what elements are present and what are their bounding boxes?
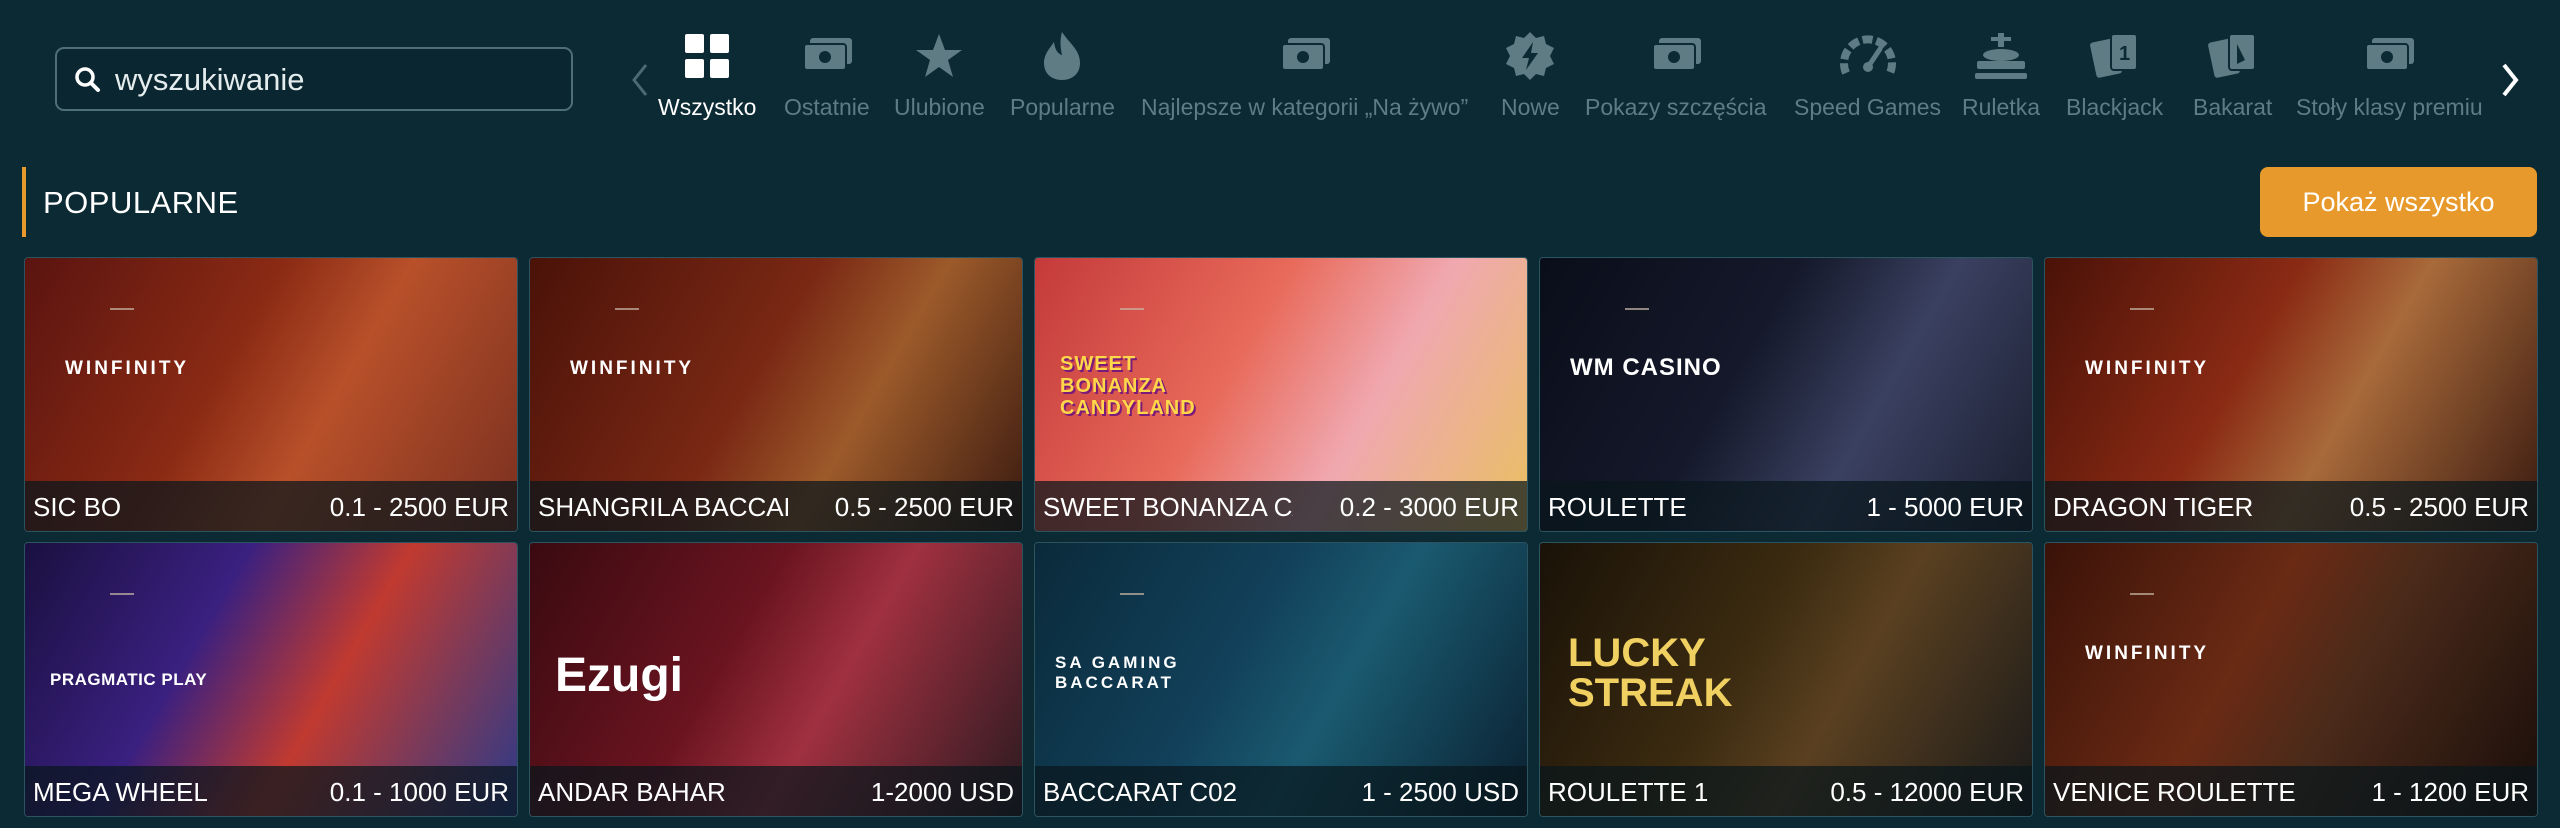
provider-logo: WINFINITY xyxy=(2085,358,2210,379)
game-name: SWEET BONANZA CA... xyxy=(1043,492,1293,522)
game-name: ROULETTE 1 xyxy=(1548,777,1709,807)
svg-text:1: 1 xyxy=(2119,43,2130,65)
provider-logo: WM CASINO xyxy=(1570,354,1722,381)
category-label: Popularne xyxy=(1010,94,1115,120)
money-icon xyxy=(802,38,852,71)
category-label: Bakarat xyxy=(2193,94,2273,120)
category-bakarat[interactable]: Bakarat xyxy=(2193,28,2272,128)
category-wszystko[interactable]: Wszystko xyxy=(658,28,756,128)
star-icon xyxy=(916,34,963,77)
category-ruletka[interactable]: Ruletka xyxy=(1962,28,2040,128)
category-label: Wszystko xyxy=(658,94,757,120)
category-speed-games[interactable]: Speed Games xyxy=(1794,28,1941,128)
provider-logo: SA GAMING BACCARAT xyxy=(1055,653,1180,692)
category-label: Ulubione xyxy=(894,94,985,120)
game-card[interactable]: Ezugi ANDAR BAHAR 1-2000 USD xyxy=(529,542,1023,817)
game-card[interactable]: WINFINITY DRAGON TIGER 0.5 - 2500 EUR xyxy=(2044,257,2538,532)
category-label: Ruletka xyxy=(1962,94,2040,120)
search-box[interactable] xyxy=(55,47,573,111)
cards-icon xyxy=(2207,33,2256,78)
category-pokazy-szczescia[interactable]: Pokazy szczęścia xyxy=(1585,28,1767,128)
chevron-right-icon[interactable] xyxy=(2490,55,2530,105)
bet-limit: 1 - 1200 EUR xyxy=(2371,777,2529,807)
game-card[interactable]: LUCKY STREAK ROULETTE 1 0.5 - 12000 EUR xyxy=(1539,542,2033,817)
section-title: POPULARNE xyxy=(43,185,239,220)
grid-icon xyxy=(685,34,730,78)
game-name: ROULETTE xyxy=(1548,492,1687,522)
money-icon xyxy=(1651,38,1701,71)
bet-limit: 1-2000 USD xyxy=(870,777,1014,807)
game-card[interactable]: WINFINITY SIC BO 0.1 - 2500 EUR xyxy=(24,257,518,532)
top-bar: Wszystko Ostatnie Ulubione Popularne Naj… xyxy=(0,0,2560,160)
provider-logo: Ezugi xyxy=(555,649,683,702)
provider-logo: LUCKY STREAK xyxy=(1568,631,1733,715)
flame-icon xyxy=(1044,32,1081,80)
category-label: Blackjack xyxy=(2066,94,2164,120)
category-label: Ostatnie xyxy=(784,94,870,120)
game-card[interactable]: PRAGMATIC PLAY MEGA WHEEL 0.1 - 1000 EUR xyxy=(24,542,518,817)
category-stoly-premium[interactable]: Stoły klasy premiu xyxy=(2296,28,2483,128)
bet-limit: 0.5 - 2500 EUR xyxy=(834,492,1014,522)
game-name: SHANGRILA BACCAR... xyxy=(538,492,788,522)
category-label: Nowe xyxy=(1501,94,1560,120)
category-label: Pokazy szczęścia xyxy=(1585,94,1767,120)
game-card[interactable]: SA GAMING BACCARAT BACCARAT C02 1 - 2500… xyxy=(1034,542,1528,817)
show-all-button[interactable]: Pokaż wszystko xyxy=(2260,167,2537,237)
bet-limit: 0.1 - 1000 EUR xyxy=(329,777,509,807)
bet-limit: 0.1 - 2500 EUR xyxy=(329,492,509,522)
category-label: Najlepsze w kategorii „Na żywo” xyxy=(1141,94,1469,120)
provider-logo: WINFINITY xyxy=(2085,643,2210,664)
cards-icon: 1 xyxy=(2089,33,2138,78)
roulette-icon xyxy=(1974,33,2027,79)
game-name: DRAGON TIGER xyxy=(2053,492,2254,522)
game-name: SIC BO xyxy=(33,492,122,522)
bet-limit: 0.5 - 12000 EUR xyxy=(1830,777,2024,807)
category-blackjack[interactable]: 1 Blackjack xyxy=(2066,28,2163,128)
bet-limit: 1 - 5000 EUR xyxy=(1866,492,2024,522)
section-accent-bar xyxy=(22,167,26,237)
game-card[interactable]: SWEET BONANZA CANDYLAND SWEET BONANZA CA… xyxy=(1034,257,1528,532)
category-ulubione[interactable]: Ulubione xyxy=(894,28,985,128)
bet-limit: 0.2 - 3000 EUR xyxy=(1339,492,1519,522)
category-ostatnie[interactable]: Ostatnie xyxy=(784,28,870,128)
divider xyxy=(110,308,134,310)
divider xyxy=(1625,308,1649,310)
search-icon xyxy=(75,67,100,92)
game-card[interactable]: WINFINITY VENICE ROULETTE 1 - 1200 EUR xyxy=(2044,542,2538,817)
bet-limit: 1 - 2500 USD xyxy=(1361,777,1519,807)
divider xyxy=(1120,593,1144,595)
bet-limit: 0.5 - 2500 EUR xyxy=(2349,492,2529,522)
category-label: Speed Games xyxy=(1794,94,1942,120)
money-icon xyxy=(1280,38,1330,71)
provider-logo: WINFINITY xyxy=(65,358,190,379)
divider xyxy=(2130,593,2154,595)
chevron-left-icon[interactable] xyxy=(620,55,660,105)
speedometer-icon xyxy=(1839,35,1896,75)
search-input[interactable] xyxy=(113,55,557,105)
divider xyxy=(615,308,639,310)
game-name: BACCARAT C02 xyxy=(1043,777,1238,807)
divider xyxy=(1120,308,1144,310)
game-name: ANDAR BAHAR xyxy=(538,777,726,807)
game-name: MEGA WHEEL xyxy=(33,777,208,807)
game-card[interactable]: WINFINITY SHANGRILA BACCAR... 0.5 - 2500… xyxy=(529,257,1023,532)
category-najlepsze-na-zywo[interactable]: Najlepsze w kategorii „Na żywo” xyxy=(1141,28,1468,128)
game-name: VENICE ROULETTE xyxy=(2053,777,2296,807)
provider-logo: WINFINITY xyxy=(570,358,695,379)
badge-lightning-icon xyxy=(1506,32,1555,80)
provider-logo: SWEET BONANZA CANDYLAND xyxy=(1060,353,1196,419)
provider-logo: PRAGMATIC PLAY xyxy=(50,670,208,689)
category-label: Stoły klasy premiu xyxy=(2296,94,2483,120)
category-nowe[interactable]: Nowe xyxy=(1501,28,1560,128)
category-popularne[interactable]: Popularne xyxy=(1010,28,1115,128)
game-card[interactable]: WM CASINO ROULETTE 1 - 5000 EUR xyxy=(1539,257,2033,532)
money-icon xyxy=(2365,38,2415,71)
divider xyxy=(110,593,134,595)
divider xyxy=(2130,308,2154,310)
